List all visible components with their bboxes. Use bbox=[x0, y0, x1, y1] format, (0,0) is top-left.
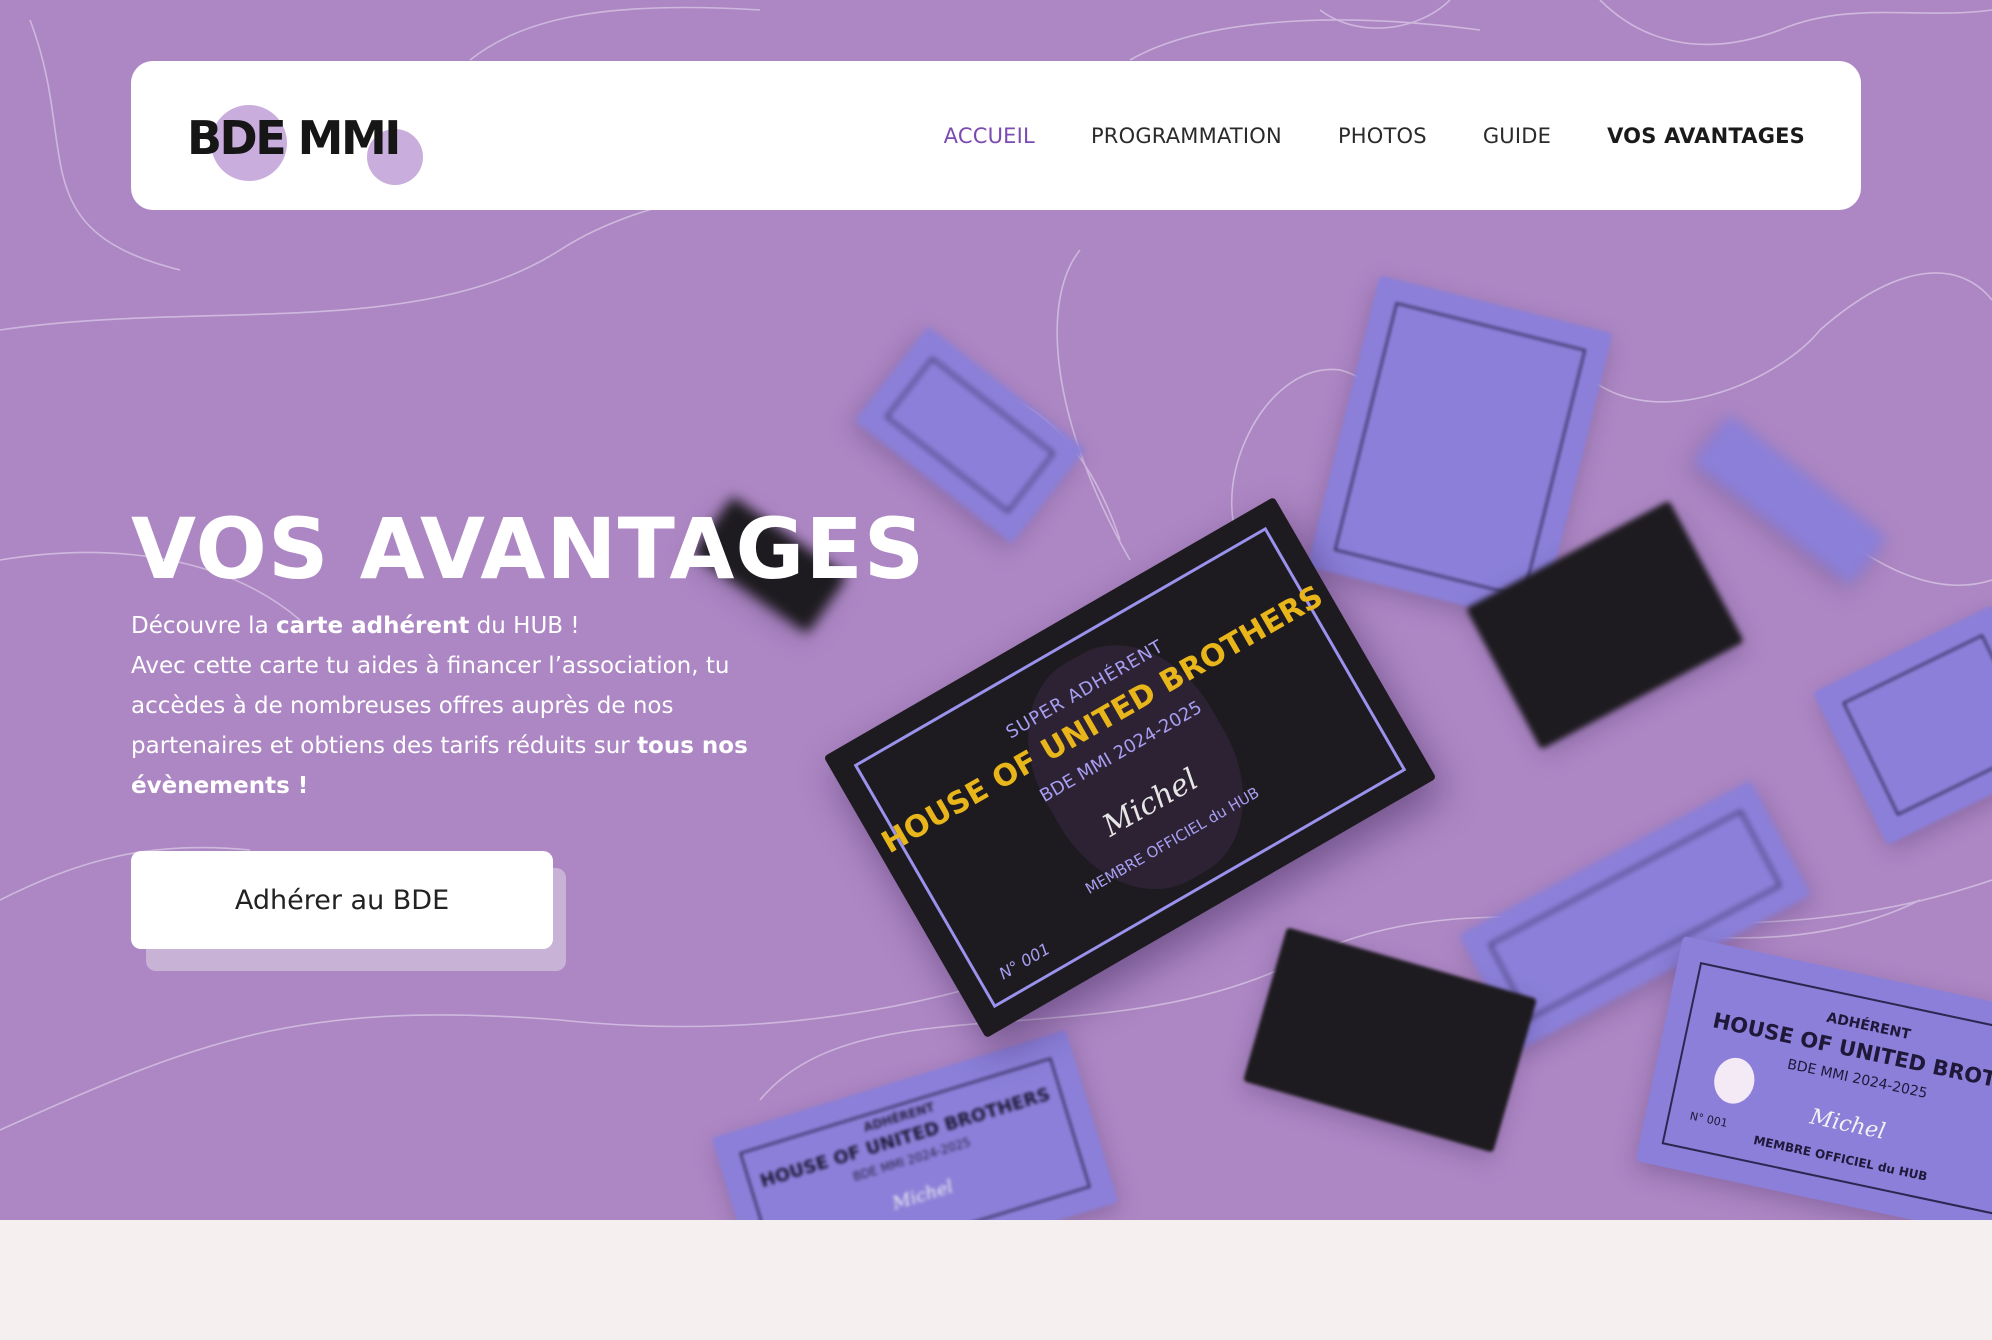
nav-links: ACCUEIL PROGRAMMATION PHOTOS GUIDE VOS A… bbox=[944, 124, 1805, 148]
intro-text: Découvre la bbox=[131, 613, 276, 639]
page-section-below bbox=[0, 1220, 1992, 1340]
nav-link-accueil[interactable]: ACCUEIL bbox=[944, 124, 1035, 148]
bde-logo[interactable]: BDE MMI bbox=[187, 91, 427, 185]
intro-highlight: carte adhérent bbox=[275, 613, 470, 639]
hero-section: ADHÉRENT HOUSE OF UNITED BROTHERS BDE MM… bbox=[0, 0, 1992, 1220]
nav-link-vos-avantages[interactable]: VOS AVANTAGES bbox=[1607, 124, 1805, 148]
nav-link-programmation[interactable]: PROGRAMMATION bbox=[1091, 124, 1282, 148]
nav-link-photos[interactable]: PHOTOS bbox=[1338, 124, 1427, 148]
logo-text: BDE MMI bbox=[187, 110, 401, 165]
hero-description: Découvre la carte adhérent du HUB ! Avec… bbox=[131, 606, 811, 806]
page-title: VOS AVANTAGES bbox=[131, 500, 926, 598]
nav-link-guide[interactable]: GUIDE bbox=[1483, 124, 1551, 148]
join-bde-button[interactable]: Adhérer au BDE bbox=[131, 851, 553, 949]
intro-text-end: du HUB ! bbox=[469, 613, 580, 639]
top-navbar: BDE MMI ACCUEIL PROGRAMMATION PHOTOS GUI… bbox=[131, 61, 1861, 210]
